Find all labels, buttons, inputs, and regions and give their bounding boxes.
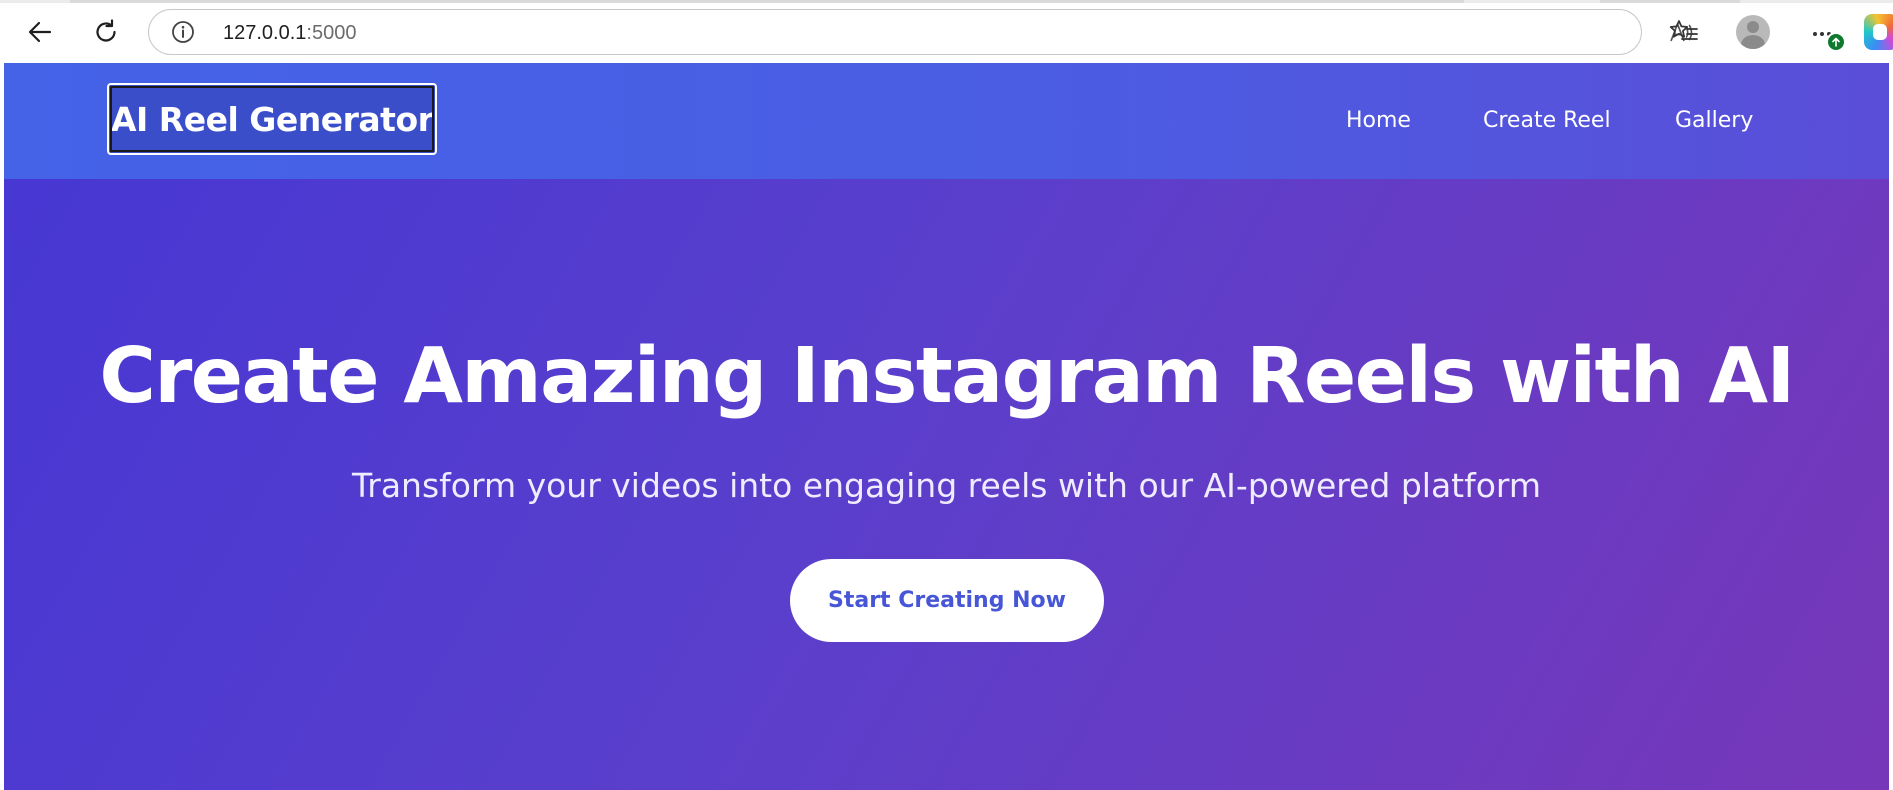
url-host: 127.0.0.1 xyxy=(223,22,307,44)
avatar-head xyxy=(1747,21,1759,33)
url-text[interactable]: 127.0.0.1:5000 xyxy=(223,21,356,45)
tab-edge xyxy=(1600,0,1740,3)
site-info-button[interactable] xyxy=(171,20,195,44)
web-page: AI Reel Generator Home Create Reel Galle… xyxy=(4,63,1889,790)
hero-subtitle: Transform your videos into engaging reel… xyxy=(351,466,1542,505)
active-tab-edge xyxy=(70,0,1464,3)
url-port: :5000 xyxy=(306,22,357,44)
nav-create-reel-link[interactable]: Create Reel xyxy=(1483,108,1611,133)
nav-gallery-link[interactable]: Gallery xyxy=(1675,108,1753,133)
profile-avatar-icon[interactable] xyxy=(1736,15,1770,49)
copilot-icon-inner xyxy=(1873,24,1887,40)
avatar-body xyxy=(1741,35,1765,49)
favorites-button[interactable] xyxy=(1664,12,1704,52)
menu-dot xyxy=(1813,32,1817,36)
copilot-icon[interactable] xyxy=(1864,14,1893,50)
site-logo[interactable]: AI Reel Generator xyxy=(107,83,438,155)
browser-toolbar: 127.0.0.1:5000 xyxy=(0,0,1893,63)
hero-section: Create Amazing Instagram Reels with AI T… xyxy=(4,179,1889,790)
hero-title: Create Amazing Instagram Reels with AI xyxy=(99,332,1795,421)
reload-icon xyxy=(96,19,116,42)
nav-home-link[interactable]: Home xyxy=(1346,108,1411,133)
back-button[interactable] xyxy=(20,12,60,52)
start-creating-button[interactable]: Start Creating Now xyxy=(790,559,1104,642)
favorites-icon xyxy=(1669,20,1698,40)
site-header: AI Reel Generator Home Create Reel Galle… xyxy=(4,63,1889,179)
menu-dot xyxy=(1820,32,1824,36)
reload-button[interactable] xyxy=(86,12,126,52)
update-arrow-icon xyxy=(1826,32,1846,52)
info-icon xyxy=(172,21,194,43)
arrow-left-icon xyxy=(28,21,52,43)
address-bar[interactable]: 127.0.0.1:5000 xyxy=(148,9,1766,55)
